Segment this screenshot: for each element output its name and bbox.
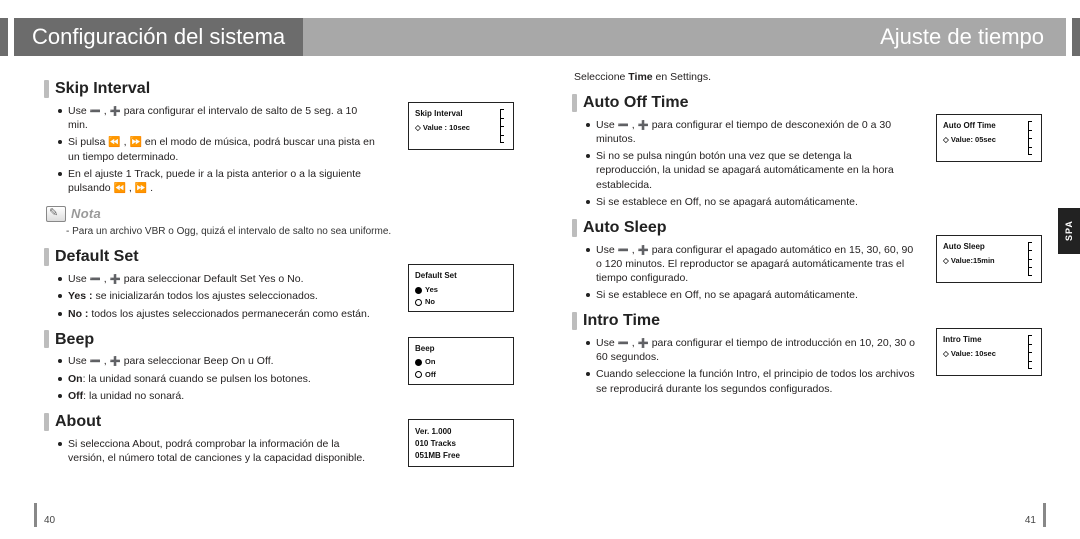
plus-icon — [110, 104, 121, 118]
page-number-left: 40 — [44, 514, 55, 528]
header-right-title-text: Ajuste de tiempo — [880, 22, 1044, 52]
minus-icon — [618, 118, 629, 132]
section-about: About Si selecciona About, podrá comprob… — [44, 411, 508, 465]
autooff-bullet-1: Use , para configurar el tiempo de desco… — [586, 118, 916, 146]
autooff-bullet-3: Si se establece en Off, no se apagará au… — [586, 195, 916, 209]
autosleep-bullet-1: Use , para configurar el apagado automát… — [586, 243, 916, 286]
header-band: Configuración del sistema Ajuste de tiem… — [0, 18, 1080, 56]
left-page: Skip Interval Use , para configurar el i… — [0, 70, 540, 527]
right-page: Seleccione Time en Settings. Auto Off Ti… — [540, 70, 1080, 527]
page-spread: Skip Interval Use , para configurar el i… — [0, 70, 1080, 527]
mini-screen-autosleep: Auto Sleep ◇ Value:15min — [936, 235, 1042, 283]
note-row: Nota — [46, 205, 508, 223]
minus-icon — [90, 104, 101, 118]
minus-icon — [618, 243, 629, 257]
page-corner-bar — [34, 503, 37, 527]
default-bullet-3: No : todos los ajustes seleccionados per… — [58, 307, 378, 321]
rewind-icon — [108, 135, 120, 150]
skip-bullet-1: Use , para configurar el intervalo de sa… — [58, 104, 378, 132]
page-corner-bar — [1043, 503, 1046, 527]
beep-title: Beep — [55, 329, 94, 351]
note-label: Nota — [71, 205, 101, 223]
auto-off-title: Auto Off Time — [583, 92, 688, 114]
default-bullet-2: Yes : Yes : se inicializarán todos los a… — [58, 289, 378, 303]
header-right-title: Ajuste de tiempo — [303, 18, 1066, 56]
minus-icon — [90, 354, 101, 368]
about-title: About — [55, 411, 101, 433]
page-number-right: 41 — [1025, 514, 1036, 528]
right-intro-line: Seleccione Time en Settings. — [574, 70, 1036, 84]
header-right-mark — [1072, 18, 1080, 56]
skip-bullet-2: Si pulsa , en el modo de música, podrá b… — [58, 135, 378, 164]
beep-bullet-1: Use , para seleccionar Beep On u Off. — [58, 354, 378, 368]
default-set-title: Default Set — [55, 246, 139, 268]
mini-screen-beep: Beep On Off — [408, 337, 514, 385]
section-default-set: Default Set Use , para seleccionar Defau… — [44, 246, 508, 320]
header-left-mark — [0, 18, 8, 56]
minus-icon — [618, 336, 629, 350]
mini-screen-autooff: Auto Off Time ◇ Value: 05sec — [936, 114, 1042, 162]
header-left-title: Configuración del sistema — [14, 18, 303, 56]
intro-time-title: Intro Time — [583, 310, 660, 332]
mini-screen-default: Default Set Yes No — [408, 264, 514, 312]
auto-sleep-title: Auto Sleep — [583, 217, 667, 239]
beep-bullet-3: Off: la unidad no sonará. — [58, 389, 378, 403]
forward-icon — [130, 135, 142, 150]
plus-icon — [638, 336, 649, 350]
plus-icon — [638, 118, 649, 132]
skip-bullet-3: En el ajuste 1 Track, puede ir a la pist… — [58, 167, 378, 196]
section-intro-time: Intro Time Use , para configurar el tiem… — [572, 310, 1036, 395]
mini-screen-skip: Skip Interval ◇ Value : 10sec — [408, 102, 514, 150]
mini-screen-intro: Intro Time ◇ Value: 10sec — [936, 328, 1042, 376]
rewind-icon — [114, 181, 126, 196]
about-bullet-1: Si selecciona About, podrá comprobar la … — [58, 437, 378, 465]
plus-icon — [110, 354, 121, 368]
section-auto-sleep: Auto Sleep Use , para configurar el apag… — [572, 217, 1036, 302]
forward-icon — [135, 181, 147, 196]
note-text: - Para un archivo VBR o Ogg, quizá el in… — [66, 225, 508, 239]
section-beep: Beep Use , para seleccionar Beep On u Of… — [44, 329, 508, 403]
plus-icon — [110, 272, 121, 286]
beep-bullet-2: On: la unidad sonará cuando se pulsen lo… — [58, 372, 378, 386]
intro-bullet-2: Cuando seleccione la función Intro, el p… — [586, 367, 916, 395]
default-bullet-1: Use , para seleccionar Default Set Yes o… — [58, 272, 378, 286]
skip-interval-title: Skip Interval — [55, 78, 150, 100]
plus-icon — [638, 243, 649, 257]
note-icon — [46, 206, 66, 222]
section-skip-interval: Skip Interval Use , para configurar el i… — [44, 78, 508, 238]
autooff-bullet-2: Si no se pulsa ningún botón una vez que … — [586, 149, 916, 192]
autosleep-bullet-2: Si se establece en Off, no se apagará au… — [586, 288, 916, 302]
intro-bullet-1: Use , para configurar el tiempo de intro… — [586, 336, 916, 364]
section-auto-off: Auto Off Time Use , para configurar el t… — [572, 92, 1036, 209]
minus-icon — [90, 272, 101, 286]
mini-screen-about: Ver. 1.000 010 Tracks 051MB Free — [408, 419, 514, 467]
